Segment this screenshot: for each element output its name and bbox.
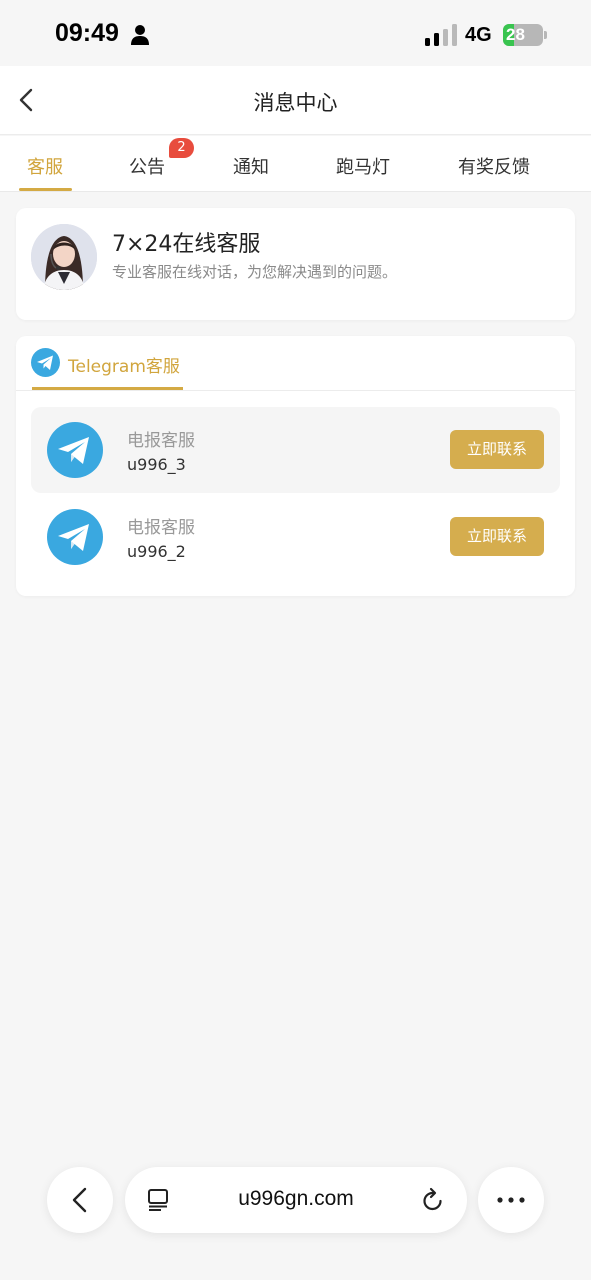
tab-customer-service[interactable]: 客服 xyxy=(27,153,63,179)
battery-icon: 28 xyxy=(503,24,547,46)
tab-announcement[interactable]: 公告 xyxy=(129,153,165,179)
chevron-left-icon xyxy=(72,1187,87,1213)
person-icon xyxy=(131,25,149,45)
signal-icon xyxy=(425,24,457,46)
announcement-badge: 2 xyxy=(169,138,194,158)
contact-row[interactable]: 电报客服 u996_3 立即联系 xyxy=(31,407,560,493)
browser-back-button[interactable] xyxy=(47,1167,113,1233)
telegram-service-card: Telegram客服 电报客服 u996_3 立即联系 电报客服 u996_2 … xyxy=(16,336,575,596)
page-title: 消息中心 xyxy=(253,91,338,115)
contact-now-button[interactable]: 立即联系 xyxy=(450,430,544,469)
contact-row[interactable]: 电报客服 u996_2 立即联系 xyxy=(31,494,560,580)
telegram-icon xyxy=(47,509,103,565)
header: 消息中心 xyxy=(0,66,591,135)
url-text: u996gn.com xyxy=(238,1187,354,1210)
battery-percent: 28 xyxy=(506,25,525,44)
contact-id: u996_3 xyxy=(127,455,186,474)
tab-notification[interactable]: 通知 xyxy=(233,153,269,179)
tab-marquee[interactable]: 跑马灯 xyxy=(336,153,390,179)
contact-now-button[interactable]: 立即联系 xyxy=(450,517,544,556)
telegram-icon xyxy=(31,348,60,377)
tab-feedback[interactable]: 有奖反馈 xyxy=(458,153,530,179)
online-service-title: 7×24在线客服 xyxy=(112,232,261,257)
url-bar[interactable]: u996gn.com xyxy=(125,1167,467,1233)
active-tab-indicator xyxy=(19,188,72,191)
telegram-tab-label[interactable]: Telegram客服 xyxy=(68,352,180,377)
contact-id: u996_2 xyxy=(127,542,186,561)
online-service-description: 专业客服在线对话，为您解决遇到的问题。 xyxy=(112,263,398,281)
tab-bar: 客服 公告 通知 跑马灯 有奖反馈 xyxy=(0,136,591,192)
reload-icon[interactable] xyxy=(421,1187,445,1213)
contact-name: 电报客服 xyxy=(127,431,195,451)
network-type: 4G xyxy=(465,24,492,46)
avatar xyxy=(31,224,97,290)
contact-name: 电报客服 xyxy=(127,518,195,538)
online-service-card[interactable]: 7×24在线客服 专业客服在线对话，为您解决遇到的问题。 xyxy=(16,208,575,320)
status-time: 09:49 xyxy=(55,19,119,47)
telegram-icon xyxy=(47,422,103,478)
more-icon xyxy=(497,1197,525,1203)
status-bar: 09:49 4G 28 xyxy=(0,0,591,66)
divider xyxy=(16,390,575,391)
more-button[interactable] xyxy=(478,1167,544,1233)
